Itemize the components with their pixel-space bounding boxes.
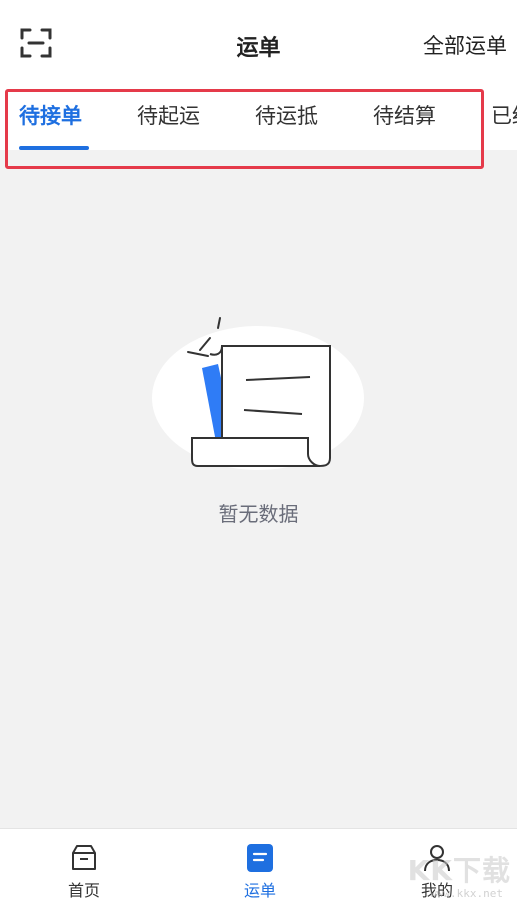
- nav-item-orders[interactable]: 运单: [200, 829, 320, 907]
- bottom-navigation: 首页 运单 我的: [0, 828, 517, 907]
- tab-pending-settlement[interactable]: 待结算: [373, 100, 436, 130]
- document-icon: [247, 844, 273, 872]
- nav-label-home: 首页: [67, 881, 100, 900]
- all-orders-link[interactable]: 全部运单: [423, 30, 507, 60]
- nav-item-mine[interactable]: 我的: [377, 829, 497, 907]
- status-tabbar: 待接单 待起运 待运抵 待结算 已结: [0, 90, 517, 150]
- active-tab-indicator: [19, 146, 89, 150]
- tab-pending-accept[interactable]: 待接单: [19, 100, 82, 130]
- nav-label-mine: 我的: [420, 881, 453, 900]
- empty-document-icon: [152, 317, 364, 470]
- top-header: 运单 全部运单: [0, 0, 517, 90]
- user-icon: [424, 845, 450, 872]
- empty-state-message: 暂无数据: [218, 502, 299, 526]
- nav-label-orders: 运单: [243, 881, 276, 900]
- tab-settled[interactable]: 已结: [491, 100, 517, 130]
- nav-item-home[interactable]: 首页: [24, 829, 144, 907]
- box-icon: [72, 845, 96, 870]
- tab-pending-arrival[interactable]: 待运抵: [255, 100, 318, 130]
- tab-pending-departure[interactable]: 待起运: [137, 100, 200, 130]
